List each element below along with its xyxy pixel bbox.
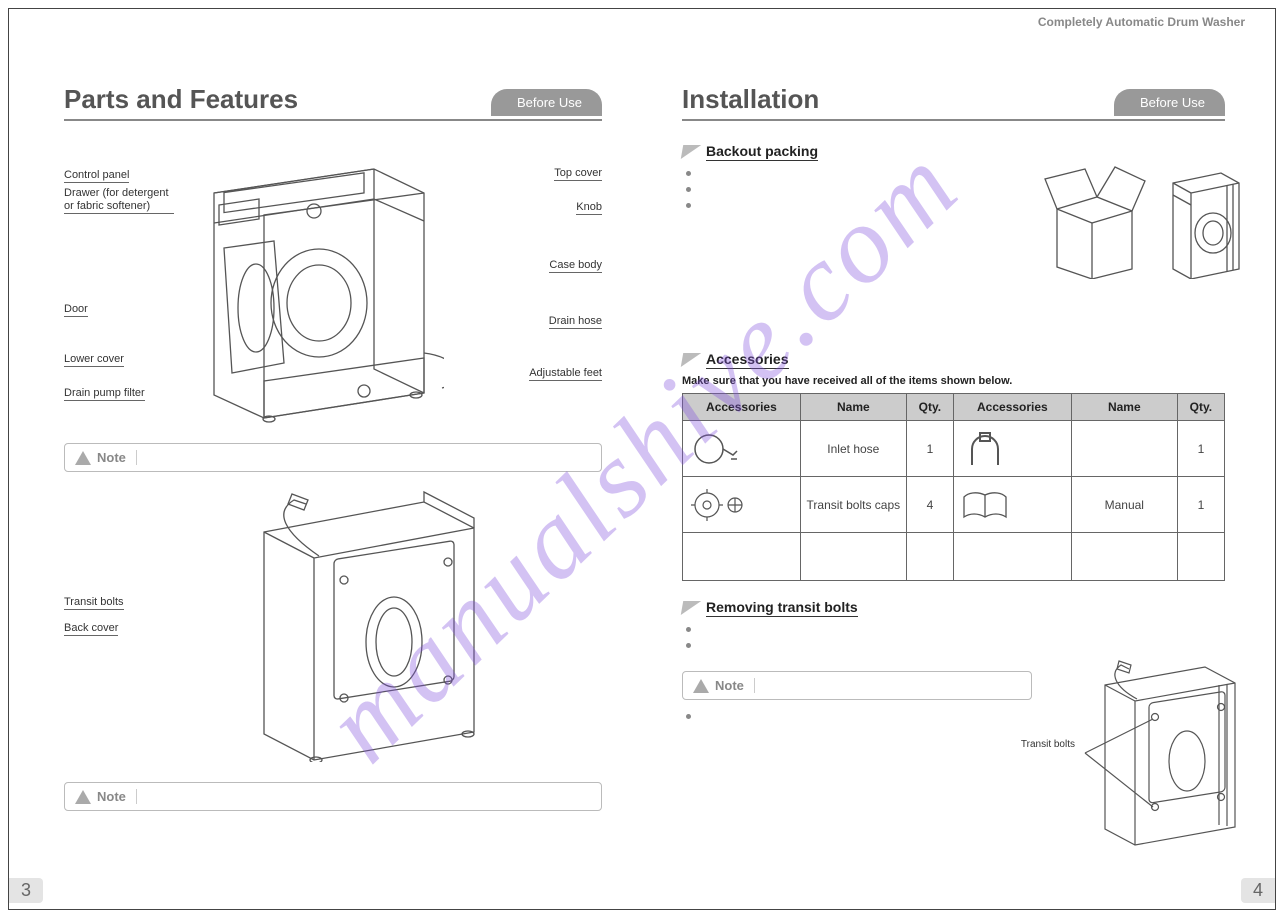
triangle-icon <box>681 353 701 367</box>
cell-wrench-name <box>1071 421 1177 477</box>
callout-case-body: Case body <box>549 259 602 273</box>
transit-bolts-callout: Transit bolts <box>1021 739 1075 750</box>
removing-bolts-label: Removing transit bolts <box>706 599 858 617</box>
washer-front-diagram: Control panel Drawer (for detergent or f… <box>64 143 602 433</box>
triangle-icon <box>681 145 701 159</box>
accessories-table: Accessories Name Qty. Accessories Name Q… <box>682 393 1225 581</box>
accessories-label: Accessories <box>706 351 789 369</box>
triangle-icon <box>681 601 701 615</box>
table-row: Inlet hose 1 1 <box>683 421 1225 477</box>
th-qty-1: Qty. <box>906 394 953 421</box>
callout-back-cover: Back cover <box>64 622 118 636</box>
callout-knob: Knob <box>576 201 602 215</box>
callout-drawer: Drawer (for detergent or fabric softener… <box>64 187 174 214</box>
th-qty-2: Qty. <box>1177 394 1224 421</box>
removing-bullets <box>698 623 1225 655</box>
cell-inlet-hose-icon <box>683 421 801 477</box>
right-page: Completely Automatic Drum Washer Install… <box>642 9 1275 909</box>
cell-manual-icon <box>953 477 1071 533</box>
left-section-header: Parts and Features Before Use <box>64 84 602 121</box>
manual-spread: Parts and Features Before Use <box>8 8 1276 910</box>
cell-inlet-hose-name: Inlet hose <box>800 421 906 477</box>
before-use-badge-2: Before Use <box>1114 89 1225 116</box>
table-row: Transit bolts caps 4 Manual 1 <box>683 477 1225 533</box>
subhead-removing-bolts: Removing transit bolts <box>682 599 1225 617</box>
callout-door: Door <box>64 303 88 317</box>
page-number-left: 3 <box>9 878 43 903</box>
cell-manual-name: Manual <box>1071 477 1177 533</box>
cell-caps-name: Transit bolts caps <box>800 477 906 533</box>
warning-icon <box>693 679 709 693</box>
warning-icon <box>75 790 91 804</box>
page-number-right: 4 <box>1241 878 1275 903</box>
callout-top-cover: Top cover <box>554 167 602 181</box>
callout-control-panel: Control panel <box>64 169 129 183</box>
note-label-2: Note <box>97 789 137 804</box>
callout-adjustable-feet: Adjustable feet <box>529 367 602 381</box>
box-icon <box>1037 159 1147 279</box>
backout-packing-label: Backout packing <box>706 143 818 161</box>
th-accessories-1: Accessories <box>683 394 801 421</box>
cell-inlet-hose-qty: 1 <box>906 421 953 477</box>
parts-features-title: Parts and Features <box>64 84 298 119</box>
cell-wrench-icon <box>953 421 1071 477</box>
washer-front-illustration <box>164 163 444 423</box>
callout-lower-cover: Lower cover <box>64 353 124 367</box>
left-page: Parts and Features Before Use <box>9 9 642 909</box>
th-name-2: Name <box>1071 394 1177 421</box>
washer-back-illustration <box>224 482 504 762</box>
th-accessories-2: Accessories <box>953 394 1071 421</box>
th-name-1: Name <box>800 394 906 421</box>
unpacking-illustration <box>1037 159 1245 279</box>
right-section-header: Installation Before Use <box>682 84 1225 121</box>
cell-caps-qty: 4 <box>906 477 953 533</box>
note-label-3: Note <box>715 678 755 693</box>
note-box-1: Note <box>64 443 602 472</box>
washer-back-diagram: Transit bolts Back cover <box>64 482 602 772</box>
document-title: Completely Automatic Drum Washer <box>1038 15 1245 29</box>
callout-drain-pump-filter: Drain pump filter <box>64 387 145 401</box>
back-washer-small <box>1075 657 1245 847</box>
cell-caps-icon <box>683 477 801 533</box>
note-label-1: Note <box>97 450 137 465</box>
washer-small-icon <box>1165 169 1245 279</box>
callout-transit-bolts: Transit bolts <box>64 596 124 610</box>
installation-title: Installation <box>682 84 819 119</box>
callout-drain-hose: Drain hose <box>549 315 602 329</box>
warning-icon <box>75 451 91 465</box>
subhead-accessories: Accessories <box>682 351 1225 369</box>
before-use-badge: Before Use <box>491 89 602 116</box>
note-box-2: Note <box>64 782 602 811</box>
note-box-3: Note <box>682 671 1032 700</box>
cell-wrench-qty: 1 <box>1177 421 1224 477</box>
cell-manual-qty: 1 <box>1177 477 1224 533</box>
accessories-intro: Make sure that you have received all of … <box>682 375 1225 387</box>
table-row-empty <box>683 533 1225 581</box>
